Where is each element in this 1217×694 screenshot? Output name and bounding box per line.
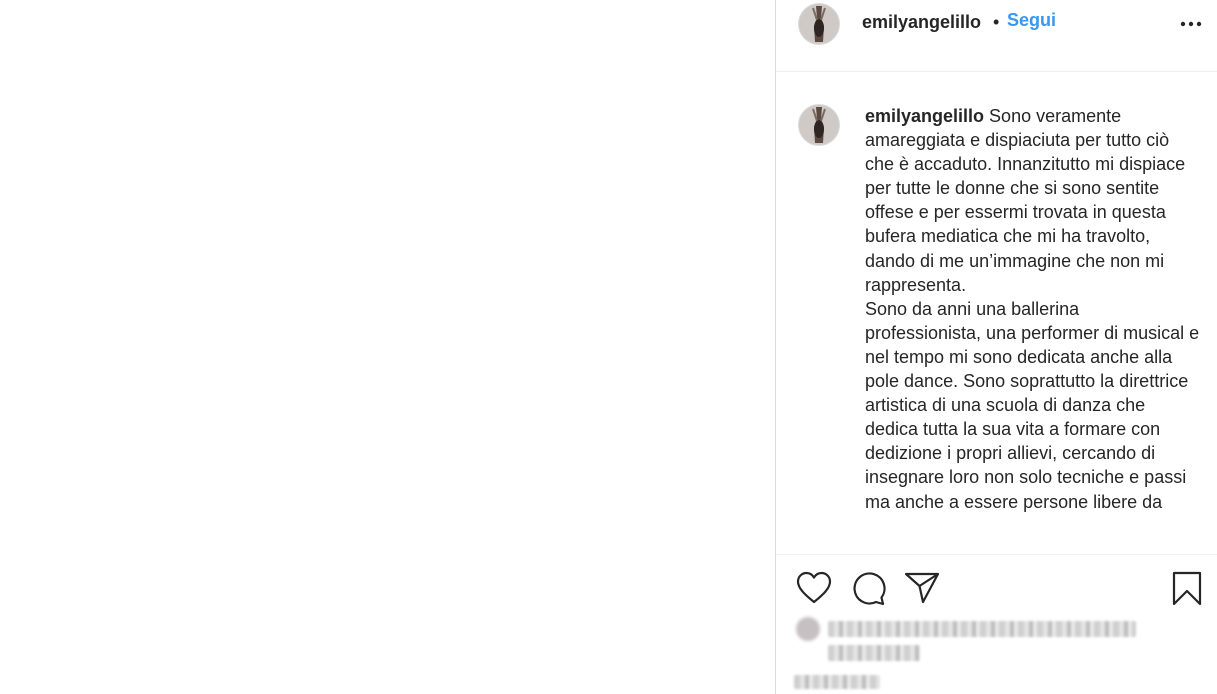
- separator-dot: •: [993, 12, 1000, 32]
- liked-by-avatar-blurred: [796, 617, 820, 641]
- post-page: emilyangelillo • Segui emilyangelillo Son…: [0, 0, 1217, 694]
- post-date-blurred: [794, 675, 880, 689]
- follow-button[interactable]: Segui: [1007, 10, 1056, 31]
- post-media-area: [0, 0, 775, 694]
- action-bar: [776, 554, 1217, 694]
- author-avatar[interactable]: [798, 3, 840, 45]
- liked-by-text-blurred-2: [828, 645, 920, 661]
- paper-plane-icon[interactable]: [904, 571, 940, 605]
- more-options-icon[interactable]: [1180, 18, 1202, 30]
- caption-text: Sono veramente amareggiata e dispiaciuta…: [865, 106, 1200, 512]
- heart-icon[interactable]: [796, 571, 832, 605]
- liked-by-text-blurred: [828, 621, 1136, 637]
- post-side-panel: emilyangelillo • Segui emilyangelillo Son…: [775, 0, 1217, 694]
- comments-section[interactable]: emilyangelillo Sono veramente amareggiata…: [776, 72, 1217, 554]
- avatar-photo: [799, 4, 839, 44]
- post-caption: emilyangelillo Sono veramente amareggiata…: [865, 104, 1200, 514]
- caption-author-avatar[interactable]: [798, 104, 840, 146]
- author-username[interactable]: emilyangelillo: [862, 12, 981, 33]
- avatar-photo: [799, 105, 839, 145]
- bookmark-icon[interactable]: [1172, 571, 1202, 607]
- post-header: emilyangelillo • Segui: [776, 0, 1217, 72]
- caption-username[interactable]: emilyangelillo: [865, 106, 984, 126]
- comment-bubble-icon[interactable]: [850, 571, 886, 607]
